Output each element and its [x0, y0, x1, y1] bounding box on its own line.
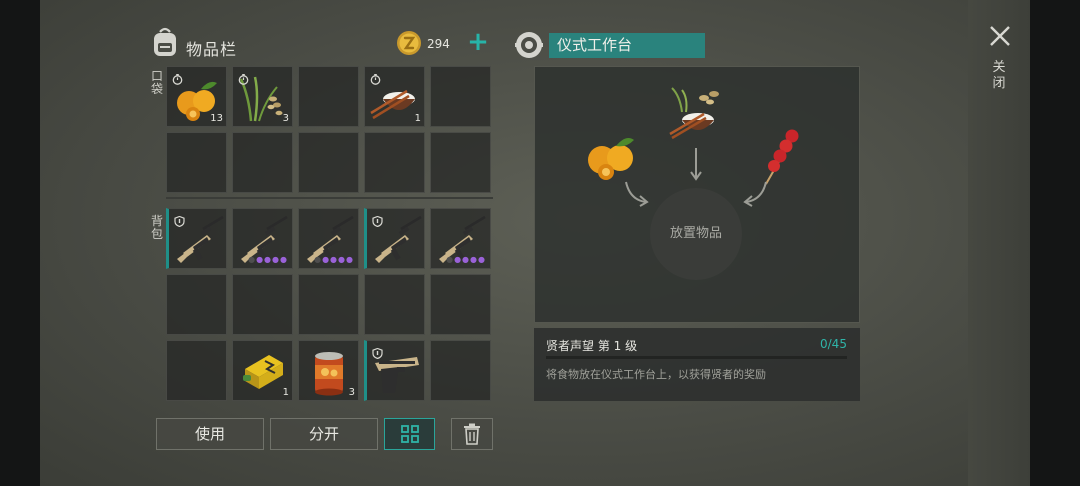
empty-slot[interactable]	[298, 132, 359, 193]
empty-slot[interactable]	[166, 132, 227, 193]
item-quantity: 1	[414, 113, 421, 124]
timer-badge	[172, 70, 183, 85]
empty-slot[interactable]	[364, 132, 425, 193]
inventory-title: 物品栏	[186, 40, 238, 59]
shield-icon	[372, 215, 383, 228]
shield-icon	[174, 215, 185, 228]
empty-slot[interactable]	[166, 274, 227, 335]
coin-icon	[397, 31, 421, 55]
split-button[interactable]: 分开	[270, 418, 378, 450]
reputation-progress: 0/45	[820, 337, 847, 351]
empty-slot[interactable]	[298, 66, 359, 127]
empty-slot[interactable]	[430, 340, 491, 401]
candied-haws-offering-icon	[765, 129, 799, 185]
backpack-label: 背包	[150, 214, 163, 241]
coin-count: 294	[427, 37, 450, 51]
close-label[interactable]: 关闭	[992, 60, 1006, 92]
kumquat-offering-icon	[588, 138, 634, 180]
rice-bowl-offering-icon	[669, 87, 719, 140]
drop-item-slot[interactable]: 放置物品	[650, 188, 742, 280]
pocket-label: 口袋	[150, 69, 163, 96]
item-slot-rifle[interactable]: ●●●●●	[298, 208, 359, 269]
rarity-dots: ●●●●●	[314, 255, 354, 264]
section-divider	[166, 197, 493, 199]
empty-slot[interactable]	[430, 66, 491, 127]
item-quantity: 3	[282, 113, 289, 124]
empty-slot[interactable]	[298, 274, 359, 335]
arrow-left-icon	[625, 181, 649, 207]
workbench-title: 仪式工作台	[549, 33, 705, 58]
empty-slot[interactable]	[166, 340, 227, 401]
add-coins-button[interactable]: +	[466, 29, 490, 56]
empty-slot[interactable]	[364, 274, 425, 335]
shield-badge	[372, 212, 383, 228]
reputation-description: 将食物放在仪式工作台上，以获得贤者的奖励	[546, 368, 766, 381]
close-icon[interactable]	[988, 24, 1012, 48]
timer-icon	[172, 74, 183, 85]
item-slot-rice-plant[interactable]: 3	[232, 66, 293, 127]
shield-badge	[372, 344, 383, 360]
arrow-down-icon	[690, 148, 702, 181]
item-slot-kumquat[interactable]: 13	[166, 66, 227, 127]
reputation-name: 贤者声望 第 1 级	[546, 339, 638, 353]
item-slot-battery[interactable]: 1	[232, 340, 293, 401]
reputation-bar	[546, 356, 847, 359]
sort-button[interactable]	[384, 418, 435, 450]
workbench-icon	[515, 32, 543, 58]
empty-slot[interactable]	[430, 274, 491, 335]
rarity-dots: ●●●●●	[446, 255, 486, 264]
item-quantity: 3	[348, 387, 355, 398]
item-slot-pistol[interactable]	[364, 340, 425, 401]
timer-icon	[370, 74, 381, 85]
timer-badge	[238, 70, 249, 85]
rarity-dots: ●●●●●	[248, 255, 288, 264]
timer-icon	[238, 74, 249, 85]
empty-slot[interactable]	[232, 274, 293, 335]
item-slot-rifle[interactable]	[166, 208, 227, 269]
grid-sort-icon	[400, 425, 419, 443]
item-slot-rifle[interactable]: ●●●●●	[232, 208, 293, 269]
empty-slot[interactable]	[232, 132, 293, 193]
item-slot-rifle[interactable]: ●●●●●	[430, 208, 491, 269]
arrow-right-icon	[743, 181, 767, 207]
battery-icon	[237, 347, 289, 397]
backpack-icon	[154, 27, 176, 56]
timer-badge	[370, 70, 381, 85]
trash-icon	[464, 423, 480, 445]
shield-badge	[174, 212, 185, 228]
shield-icon	[372, 347, 383, 360]
item-slot-can[interactable]: 3	[298, 340, 359, 401]
item-slot-rice-bowl[interactable]: 1	[364, 66, 425, 127]
use-button[interactable]: 使用	[156, 418, 264, 450]
item-slot-rifle[interactable]	[364, 208, 425, 269]
item-quantity: 1	[282, 387, 289, 398]
item-quantity: 13	[210, 113, 223, 124]
can-icon	[303, 347, 355, 397]
discard-button[interactable]	[451, 418, 493, 450]
empty-slot[interactable]	[430, 132, 491, 193]
